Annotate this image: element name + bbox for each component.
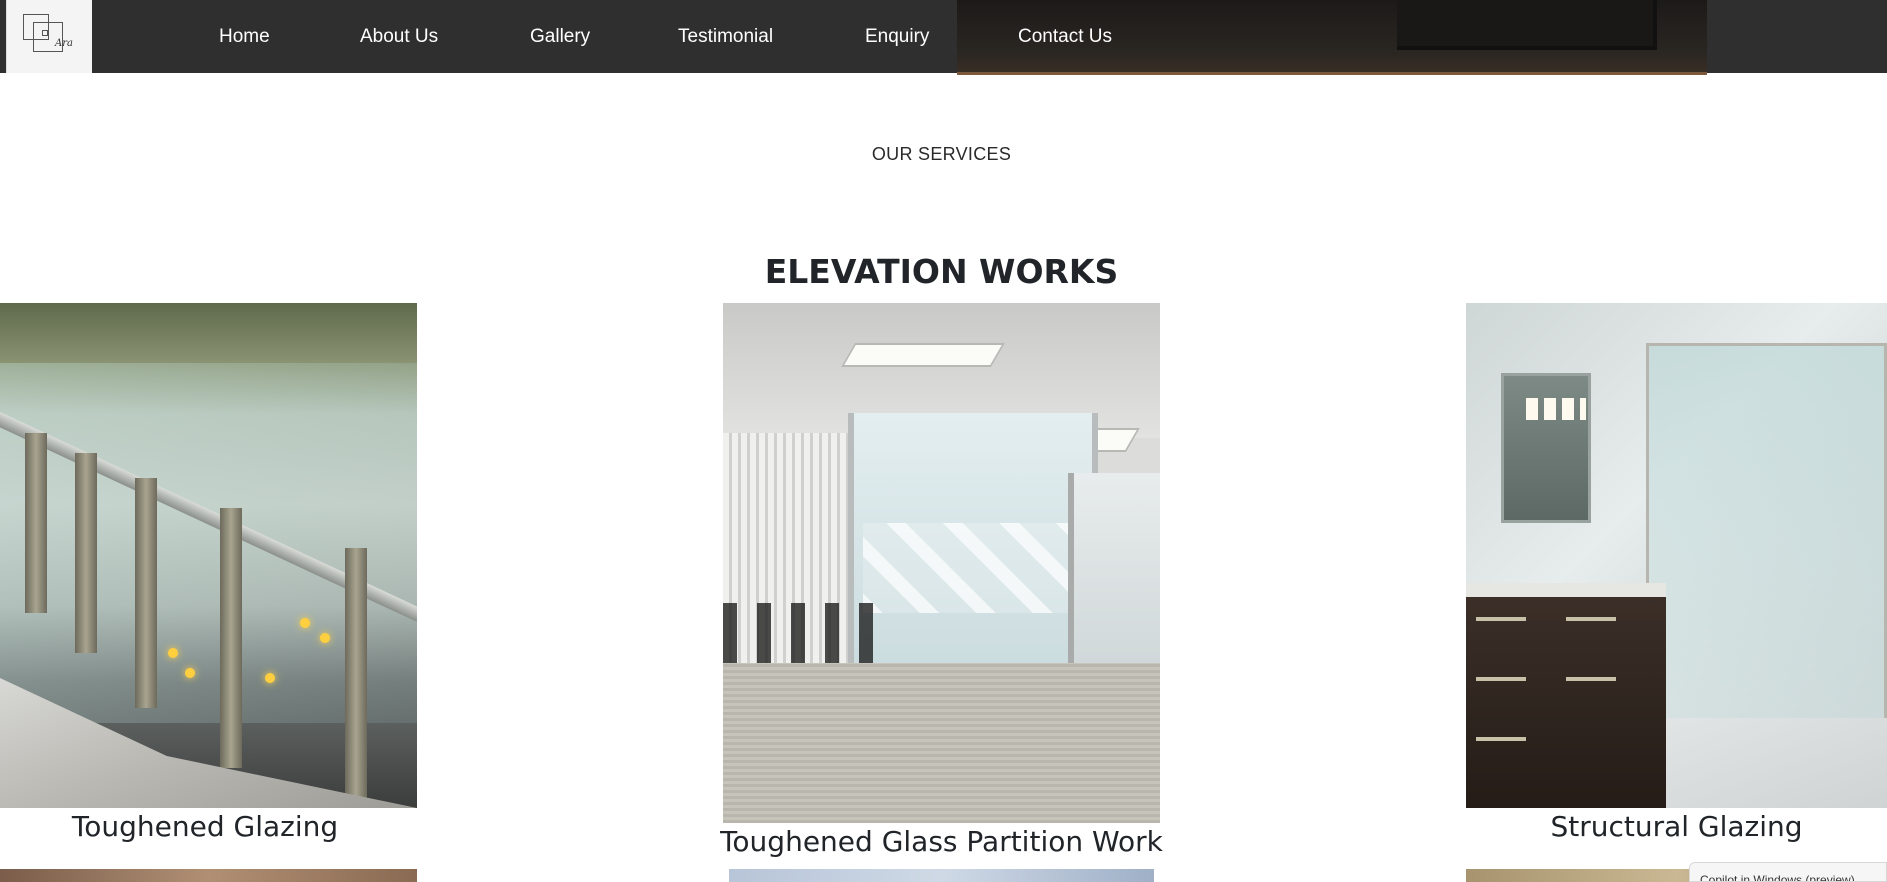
elevation-works-title: ELEVATION WORKS (764, 252, 1119, 291)
structural-glazing-caption: Structural Glazing (1550, 810, 1803, 843)
background-light (300, 618, 310, 628)
gallery-image-row2-left[interactable] (0, 869, 417, 882)
copilot-toast[interactable]: Copilot in Windows (preview) (1689, 862, 1887, 882)
background-light (185, 668, 195, 678)
drawer-handle (1476, 617, 1526, 621)
glass-door-shape (1068, 473, 1160, 693)
railing-post (345, 548, 367, 808)
frosted-pattern-shape (863, 523, 1083, 613)
nav-link-contact-us[interactable]: Contact Us (1018, 26, 1112, 48)
nav-link-gallery[interactable]: Gallery (530, 26, 590, 48)
background-light (168, 648, 178, 658)
background-light (320, 633, 330, 643)
toughened-glazing-caption: Toughened Glazing (71, 810, 339, 843)
railing-post (75, 453, 97, 653)
drawer-handle (1476, 737, 1526, 741)
services-label: OUR SERVICES (871, 144, 1012, 164)
ceiling-lamp (841, 343, 1005, 367)
background-light (265, 673, 275, 683)
mirror-shape (1501, 373, 1591, 523)
glass-shower-shape (1646, 343, 1887, 743)
railing-post (25, 433, 47, 613)
vanity-cabinet-shape (1466, 597, 1666, 808)
glass-partition-caption: Toughened Glass Partition Work (720, 825, 1163, 858)
structural-glazing-image[interactable] (1466, 303, 1887, 808)
nav-link-enquiry[interactable]: Enquiry (865, 26, 929, 48)
nav-link-home[interactable]: Home (219, 26, 270, 48)
drawer-handle (1566, 677, 1616, 681)
vanity-lights-shape (1526, 398, 1586, 420)
top-navbar: Ara Home About Us Gallery Testimonial En… (0, 0, 1887, 75)
nav-links: Home About Us Gallery Testimonial Enquir… (0, 0, 1200, 73)
toughened-glazing-image[interactable] (0, 303, 417, 808)
glass-partition-image[interactable] (723, 303, 1160, 823)
drawer-handle (1566, 617, 1616, 621)
drawer-handle (1476, 677, 1526, 681)
nav-link-about-us[interactable]: About Us (360, 26, 438, 48)
gallery-image-row2-center[interactable] (729, 869, 1154, 882)
railing-post (135, 478, 157, 708)
carpet-floor-shape (723, 663, 1160, 823)
counter-top-shape (1466, 583, 1666, 597)
nav-link-testimonial[interactable]: Testimonial (678, 26, 773, 48)
hero-frame-shape (1397, 0, 1657, 50)
railing-post (220, 508, 242, 768)
